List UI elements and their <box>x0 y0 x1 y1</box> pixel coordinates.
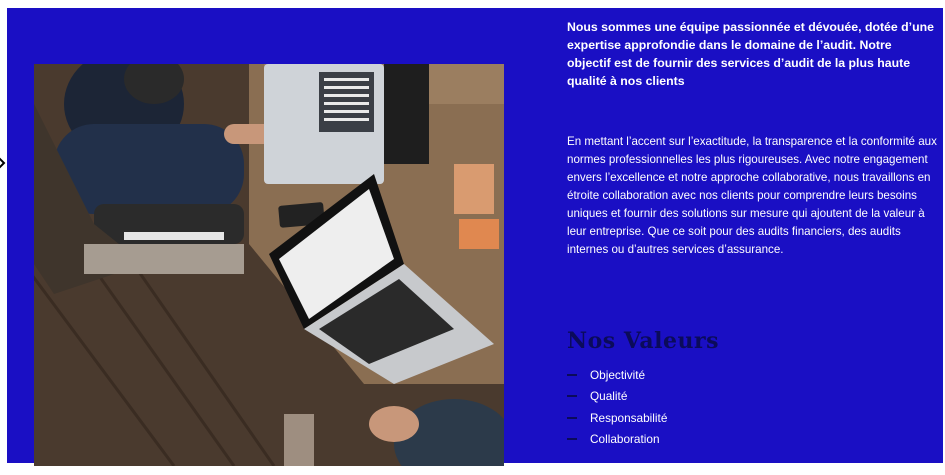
values-title: Nos Valeurs <box>567 328 719 354</box>
dash-icon <box>567 395 577 398</box>
intro-paragraph: Nous sommes une équipe passionnée et dév… <box>567 20 934 88</box>
dash-icon <box>567 416 577 419</box>
dash-icon <box>567 438 577 441</box>
list-item: Objectivité <box>567 364 667 386</box>
list-item: Collaboration <box>567 429 667 451</box>
body-paragraph: En mettant l’accent sur l’exactitude, la… <box>567 135 937 256</box>
team-laptops-photo <box>34 64 504 466</box>
arrow-right-icon <box>0 157 6 169</box>
list-item: Responsabilité <box>567 407 667 429</box>
dash-icon <box>567 373 577 376</box>
about-section: Nous sommes une équipe passionnée et dév… <box>7 8 943 466</box>
text-column: Nous sommes une équipe passionnée et dév… <box>567 18 937 446</box>
list-item: Qualité <box>567 386 667 408</box>
values-list: Objectivité Qualité Responsabilité Colla… <box>567 364 667 450</box>
